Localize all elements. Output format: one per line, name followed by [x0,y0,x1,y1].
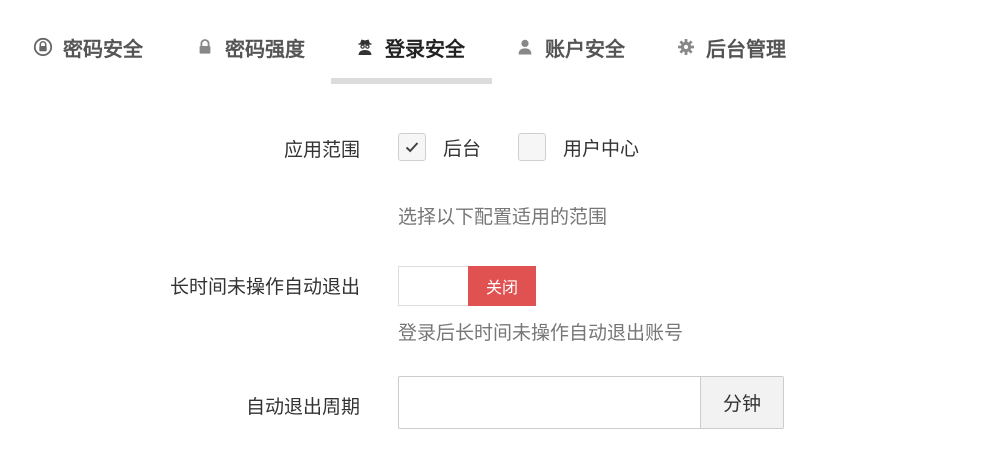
backend-option-label: 后台 [443,137,482,160]
lock-icon [195,37,215,57]
tab-account-security[interactable]: 账户安全 [515,30,625,64]
scope-help-text: 选择以下配置适用的范围 [398,206,608,228]
tab-password-security[interactable]: 密码安全 [33,30,143,64]
tab-label: 密码强度 [225,36,305,61]
backend-checkbox[interactable] [398,133,426,161]
auto-logout-help-text: 登录后长时间未操作自动退出账号 [398,322,684,344]
tab-label: 后台管理 [706,36,786,61]
user-center-checkbox[interactable] [518,133,546,161]
active-tab-indicator [331,78,492,84]
lock-circle-icon [33,37,53,57]
auto-logout-toggle[interactable]: 关闭 [398,266,536,306]
user-secret-icon [355,37,375,57]
login-security-settings-page: 密码安全 密码强度 登录安全 账户安全 后台管理 应用范围 后台 用户中心 选择… [0,0,1000,464]
gear-icon [676,37,696,57]
tab-login-security[interactable]: 登录安全 [355,30,465,64]
checkmark-icon [405,142,419,153]
tab-label: 登录安全 [385,36,465,61]
toggle-off-label: 关闭 [468,266,536,306]
auto-logout-label: 长时间未操作自动退出 [169,276,360,298]
tab-label: 密码安全 [63,36,143,61]
scope-option-user-center[interactable]: 用户中心 [518,131,639,163]
logout-period-input[interactable] [399,377,700,428]
user-icon [515,37,535,57]
user-center-option-label: 用户中心 [563,137,640,160]
logout-period-input-group: 分钟 [398,376,784,429]
scope-label: 应用范围 [283,139,360,161]
unit-addon: 分钟 [700,377,783,428]
logout-period-label: 自动退出周期 [245,396,360,418]
tab-label: 账户安全 [545,36,625,61]
tab-backend-management[interactable]: 后台管理 [676,30,786,64]
tab-password-strength[interactable]: 密码强度 [195,30,305,64]
scope-option-backend[interactable]: 后台 [398,131,481,163]
settings-tabs: 密码安全 密码强度 登录安全 账户安全 后台管理 [0,0,1000,86]
